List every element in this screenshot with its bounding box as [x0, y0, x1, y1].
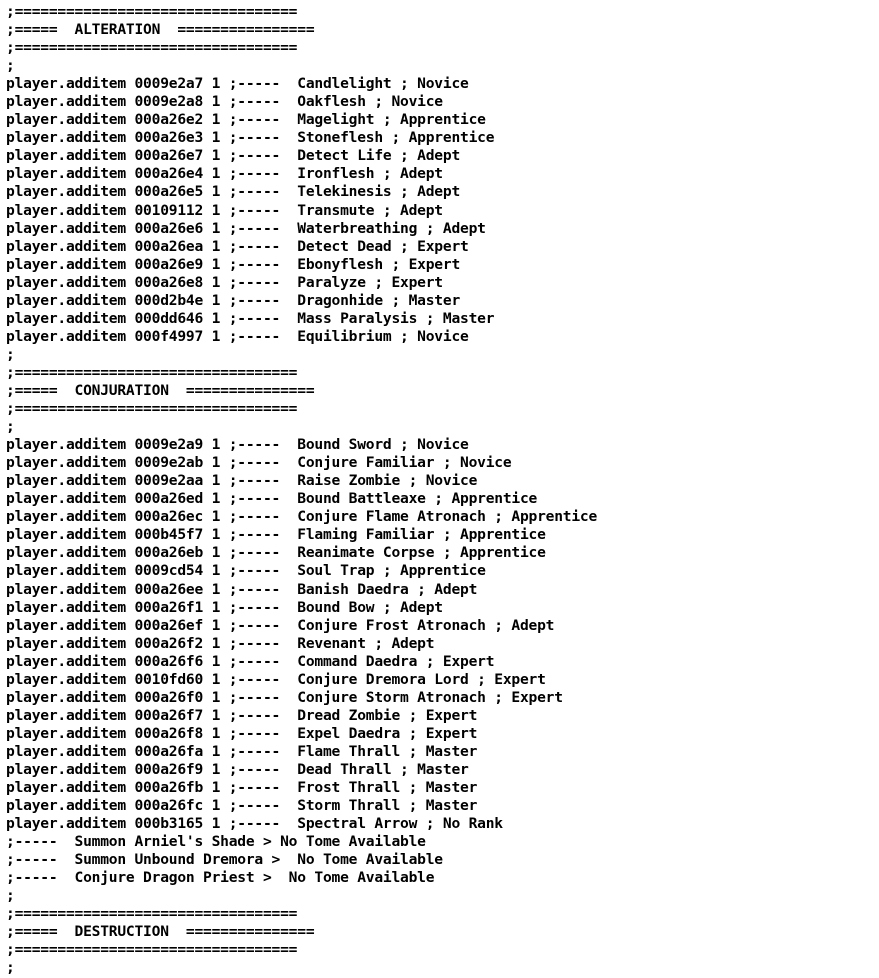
- additem-command-line[interactable]: player.additem 000b45f7 1 ;----- Flaming…: [6, 526, 879, 544]
- section-spacer-conjuration: ;: [6, 418, 15, 436]
- section-divider-bottom-destruction: ;=================================: [6, 941, 298, 959]
- additem-command-line[interactable]: player.additem 000a26f2 1 ;----- Revenan…: [6, 635, 879, 653]
- additem-command-line[interactable]: player.additem 0009e2aa 1 ;----- Raise Z…: [6, 472, 879, 490]
- additem-command-line[interactable]: player.additem 0009cd54 1 ;----- Soul Tr…: [6, 562, 879, 580]
- additem-command-line[interactable]: player.additem 000a26e8 1 ;----- Paralyz…: [6, 274, 879, 292]
- additem-command-line[interactable]: player.additem 00109112 1 ;----- Transmu…: [6, 202, 879, 220]
- section-divider-top-conjuration: ;=================================: [6, 363, 298, 381]
- additem-command-line[interactable]: player.additem 000a26e7 1 ;----- Detect …: [6, 147, 879, 165]
- section-divider-top-destruction: ;=================================: [6, 905, 298, 923]
- additem-command-line[interactable]: player.additem 0009e2a9 1 ;----- Bound S…: [6, 436, 879, 454]
- comment-note-line: ;----- Conjure Dragon Priest > No Tome A…: [6, 869, 435, 887]
- additem-command-line[interactable]: player.additem 000a26e9 1 ;----- Ebonyfl…: [6, 256, 879, 274]
- comment-note-line: ;----- Summon Unbound Dremora > No Tome …: [6, 851, 443, 869]
- additem-command-line[interactable]: player.additem 000dd646 1 ;----- Mass Pa…: [6, 310, 879, 328]
- section-header-alteration: ;===== ALTERATION ================: [6, 21, 315, 39]
- console-script-document: ;================================= ;=====…: [0, 0, 879, 976]
- section-spacer-destruction: ;: [6, 959, 15, 977]
- additem-command-line[interactable]: player.additem 000a26f8 1 ;----- Expel D…: [6, 725, 879, 743]
- additem-command-line[interactable]: player.additem 000a26f9 1 ;----- Dead Th…: [6, 761, 879, 779]
- additem-command-line[interactable]: player.additem 000d2b4e 1 ;----- Dragonh…: [6, 292, 879, 310]
- additem-command-line[interactable]: player.additem 000a26e6 1 ;----- Waterbr…: [6, 220, 879, 238]
- additem-command-line[interactable]: player.additem 000a26ef 1 ;----- Conjure…: [6, 617, 879, 635]
- additem-command-line[interactable]: player.additem 000a26ee 1 ;----- Banish …: [6, 581, 879, 599]
- section-divider-bottom-conjuration: ;=================================: [6, 400, 298, 418]
- additem-command-line[interactable]: player.additem 0009e2a7 1 ;----- Candlel…: [6, 75, 879, 93]
- section-divider-bottom-alteration: ;=================================: [6, 39, 298, 57]
- additem-command-line[interactable]: player.additem 000a26ec 1 ;----- Conjure…: [6, 508, 879, 526]
- additem-command-line[interactable]: player.additem 000a26e5 1 ;----- Telekin…: [6, 183, 879, 201]
- additem-command-line[interactable]: player.additem 000a26f7 1 ;----- Dread Z…: [6, 707, 879, 725]
- additem-command-line[interactable]: player.additem 000f4997 1 ;----- Equilib…: [6, 328, 879, 346]
- additem-command-line[interactable]: player.additem 000a26fb 1 ;----- Frost T…: [6, 779, 879, 797]
- additem-command-line[interactable]: player.additem 0009e2ab 1 ;----- Conjure…: [6, 454, 879, 472]
- section-spacer-alteration: ;: [6, 57, 15, 75]
- additem-command-line[interactable]: player.additem 000a26ea 1 ;----- Detect …: [6, 238, 879, 256]
- section-header-conjuration: ;===== CONJURATION ===============: [6, 381, 315, 399]
- additem-command-line[interactable]: player.additem 000a26f6 1 ;----- Command…: [6, 653, 879, 671]
- additem-command-line[interactable]: player.additem 000a26eb 1 ;----- Reanima…: [6, 544, 879, 562]
- additem-command-line[interactable]: player.additem 0010fd60 1 ;----- Conjure…: [6, 671, 879, 689]
- additem-command-line[interactable]: player.additem 000a26fc 1 ;----- Storm T…: [6, 797, 879, 815]
- additem-command-line[interactable]: player.additem 000a26f0 1 ;----- Conjure…: [6, 689, 879, 707]
- comment-note-line: ;----- Summon Arniel's Shade > No Tome A…: [6, 833, 426, 851]
- additem-command-line[interactable]: player.additem 000a26fa 1 ;----- Flame T…: [6, 743, 879, 761]
- additem-command-line[interactable]: player.additem 000a26e4 1 ;----- Ironfle…: [6, 165, 879, 183]
- additem-command-line[interactable]: player.additem 000a26e2 1 ;----- Magelig…: [6, 111, 879, 129]
- section-trailing-spacer-conjuration: ;: [6, 887, 15, 905]
- section-divider-top-alteration: ;=================================: [6, 3, 298, 20]
- additem-command-line[interactable]: player.additem 0009e2a8 1 ;----- Oakfles…: [6, 93, 879, 111]
- section-header-destruction: ;===== DESTRUCTION ===============: [6, 923, 315, 941]
- additem-command-line[interactable]: player.additem 000a26ed 1 ;----- Bound B…: [6, 490, 879, 508]
- section-trailing-spacer-alteration: ;: [6, 345, 15, 363]
- additem-command-line[interactable]: player.additem 000b3165 1 ;----- Spectra…: [6, 815, 879, 833]
- additem-command-line[interactable]: player.additem 000a26e3 1 ;----- Stonefl…: [6, 129, 879, 147]
- additem-command-line[interactable]: player.additem 000a26f1 1 ;----- Bound B…: [6, 599, 879, 617]
